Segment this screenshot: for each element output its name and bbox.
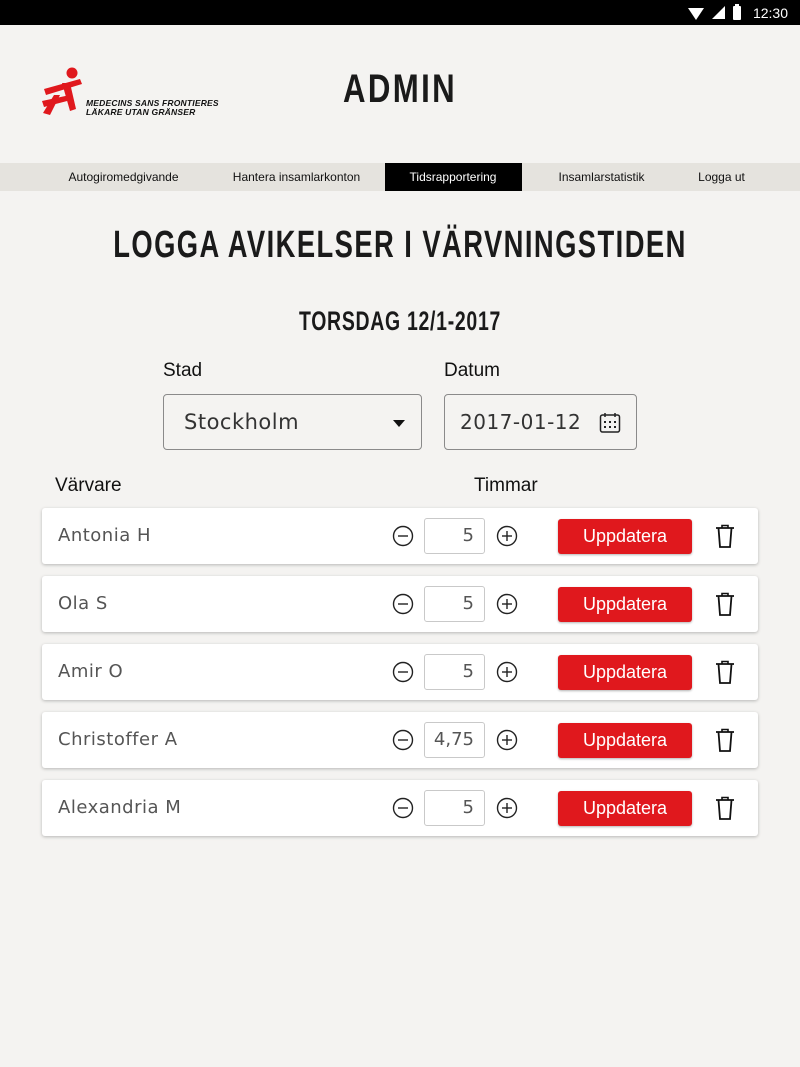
increase-hours-icon[interactable]	[496, 525, 518, 547]
city-select[interactable]: Stockholm	[163, 394, 422, 450]
nav-item-autogiromedgivande[interactable]: Autogiromedgivande	[39, 163, 209, 191]
status-time: 12:30	[752, 4, 788, 21]
nav-item-insamlarstatistik[interactable]: Insamlarstatistik	[522, 163, 682, 191]
trash-icon[interactable]	[714, 795, 736, 821]
column-header-hours: Timmar	[474, 475, 538, 496]
caret-down-icon	[393, 420, 405, 427]
nav-item-logga-ut[interactable]: Logga ut	[682, 163, 762, 191]
trash-icon[interactable]	[714, 727, 736, 753]
update-button[interactable]: Uppdatera	[558, 587, 692, 622]
recruiter-row: Christoffer A 4,75 Uppdatera	[42, 712, 758, 768]
recruiter-name: Alexandria M	[58, 797, 182, 818]
hours-input[interactable]: 5	[424, 586, 485, 622]
city-select-value: Stockholm	[184, 410, 300, 434]
decrease-hours-icon[interactable]	[392, 661, 414, 683]
trash-icon[interactable]	[714, 523, 736, 549]
date-heading: TORSDAG 12/1-2017	[298, 306, 502, 336]
calendar-icon[interactable]	[599, 412, 621, 434]
decrease-hours-icon[interactable]	[392, 797, 414, 819]
decrease-hours-icon[interactable]	[392, 729, 414, 751]
hours-input[interactable]: 5	[424, 654, 485, 690]
status-bar: 12:30	[0, 0, 800, 25]
recruiter-name: Christoffer A	[58, 729, 178, 750]
recruiter-name: Ola S	[58, 593, 108, 614]
nav-item-hantera-insamlarkonton[interactable]: Hantera insamlarkonton	[209, 163, 385, 191]
date-field[interactable]: 2017-01-12	[444, 394, 637, 450]
wifi-icon	[687, 7, 704, 20]
battery-icon	[732, 3, 741, 20]
hours-input[interactable]: 5	[424, 790, 485, 826]
increase-hours-icon[interactable]	[496, 661, 518, 683]
update-button[interactable]: Uppdatera	[558, 791, 692, 826]
date-label: Datum	[444, 360, 500, 381]
admin-title: ADMIN	[343, 67, 457, 111]
decrease-hours-icon[interactable]	[392, 525, 414, 547]
update-button[interactable]: Uppdatera	[558, 723, 692, 758]
increase-hours-icon[interactable]	[496, 797, 518, 819]
decrease-hours-icon[interactable]	[392, 593, 414, 615]
date-field-value: 2017-01-12	[460, 410, 582, 434]
nav-item-tidsrapportering[interactable]: Tidsrapportering	[384, 163, 522, 191]
nav-bar: Autogiromedgivande Hantera insamlarkonto…	[0, 163, 800, 191]
update-button[interactable]: Uppdatera	[558, 519, 692, 554]
update-button[interactable]: Uppdatera	[558, 655, 692, 690]
header: MEDECINS SANS FRONTIERES LÄKARE UTAN GRÄ…	[0, 25, 800, 163]
recruiter-row: Antonia H 5 Uppdatera	[42, 508, 758, 564]
recruiter-name: Antonia H	[58, 525, 151, 546]
trash-icon[interactable]	[714, 659, 736, 685]
city-label: Stad	[163, 360, 203, 381]
hours-input[interactable]: 5	[424, 518, 485, 554]
column-header-recruiter: Värvare	[55, 475, 122, 496]
trash-icon[interactable]	[714, 591, 736, 617]
hours-input[interactable]: 4,75	[424, 722, 485, 758]
recruiter-row: Amir O 5 Uppdatera	[42, 644, 758, 700]
recruiter-row: Alexandria M 5 Uppdatera	[42, 780, 758, 836]
page-title: LOGGA AVIKELSER I VÄRVNINGSTIDEN	[113, 224, 687, 266]
recruiter-row: Ola S 5 Uppdatera	[42, 576, 758, 632]
increase-hours-icon[interactable]	[496, 729, 518, 751]
signal-icon	[711, 6, 725, 19]
recruiter-name: Amir O	[58, 661, 124, 682]
msf-logo-icon	[42, 67, 82, 115]
increase-hours-icon[interactable]	[496, 593, 518, 615]
